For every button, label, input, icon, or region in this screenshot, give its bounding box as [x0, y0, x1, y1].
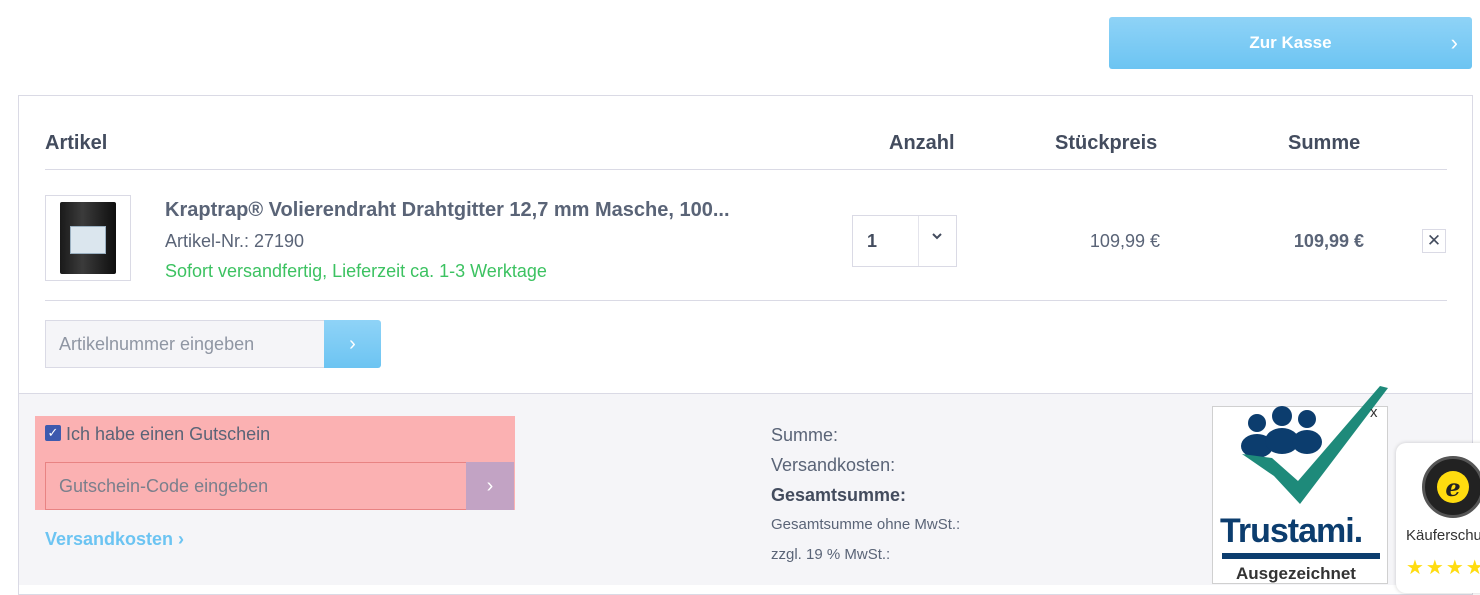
quantity-select[interactable]: 1: [852, 215, 957, 267]
delivery-status: Sofort versandfertig, Lieferzeit ca. 1-3…: [165, 261, 547, 281]
header-article: Artikel: [45, 132, 108, 154]
remove-item-button[interactable]: ✕: [1422, 229, 1446, 253]
product-title-link[interactable]: Kraptrap® Volierendraht Drahtgitter 12,7…: [165, 199, 730, 222]
header-quantity: Anzahl: [889, 132, 955, 154]
summary-vat-label: zzgl. 19 % MwSt.:: [771, 546, 891, 563]
chevron-right-icon: ›: [349, 332, 356, 355]
voucher-code-input[interactable]: [45, 462, 467, 510]
divider: [45, 300, 1447, 301]
checkout-button[interactable]: Zur Kasse ›: [1109, 17, 1472, 69]
redeem-voucher-button[interactable]: ›: [466, 462, 514, 510]
shipping-costs-link[interactable]: Versandkosten ›: [45, 529, 184, 550]
trustami-logo-icon: [1241, 386, 1388, 504]
buyer-protection-label: Käuferschutz: [1406, 527, 1480, 544]
trusted-shops-badge[interactable]: e Käuferschutz ★★★★★: [1396, 443, 1480, 593]
close-icon[interactable]: x: [1370, 404, 1378, 421]
trusted-shops-seal-icon: e: [1422, 456, 1480, 518]
summary-sum-label: Summe:: [771, 425, 839, 445]
rating-stars: ★★★★★: [1406, 557, 1480, 579]
trustami-brand: Trustami.: [1220, 512, 1363, 550]
line-total: 109,99 €: [1293, 231, 1364, 251]
summary-net-label: Gesamtsumme ohne MwSt.:: [771, 516, 961, 533]
close-icon: ✕: [1426, 231, 1442, 250]
summary-grand-total-label: Gesamtsumme:: [771, 485, 907, 505]
quantity-value: 1: [867, 231, 878, 251]
chevron-right-icon: ›: [486, 474, 494, 497]
trustami-award: Ausgezeichnet: [1236, 564, 1356, 583]
header-unit-price: Stückpreis: [1055, 132, 1158, 154]
product-thumbnail[interactable]: [45, 195, 131, 281]
chevron-right-icon: ›: [1450, 30, 1458, 55]
product-article-number: Artikel-Nr.: 27190: [165, 231, 305, 251]
checkout-button-label: Zur Kasse: [1249, 33, 1332, 52]
chevron-down-icon: [931, 229, 943, 247]
article-number-input[interactable]: [45, 320, 325, 368]
divider: [45, 169, 1447, 170]
trustami-badge[interactable]: x Trustami. Ausgezeichnet: [1212, 386, 1390, 584]
add-article-button[interactable]: ›: [324, 320, 381, 368]
summary-shipping-label: Versandkosten:: [771, 455, 896, 475]
voucher-checkbox-label[interactable]: Ich habe einen Gutschein: [66, 424, 270, 445]
unit-price: 109,99 €: [1089, 231, 1160, 251]
voucher-checkbox[interactable]: ✓: [45, 425, 61, 441]
header-sum: Summe: [1288, 132, 1361, 154]
